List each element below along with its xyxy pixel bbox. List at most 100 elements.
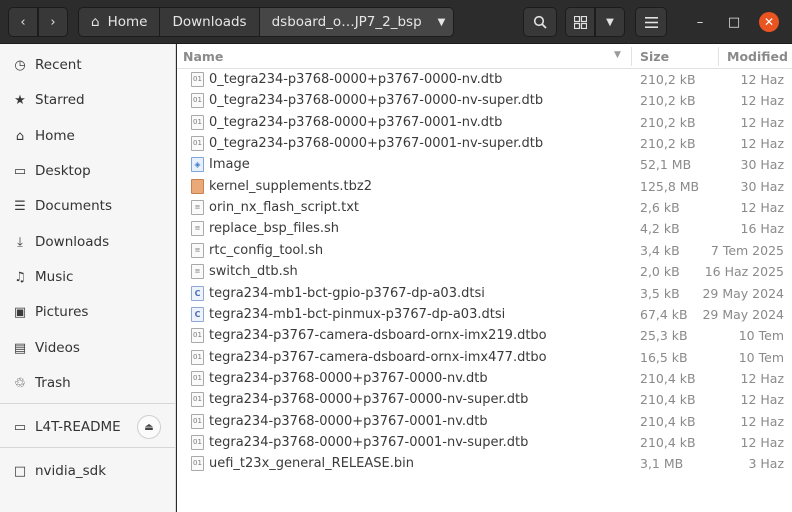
home-icon: ⌂ bbox=[91, 14, 100, 30]
search-icon bbox=[533, 15, 547, 29]
file-size: 3,4 kB bbox=[640, 242, 680, 258]
file-modified: 3 Haz bbox=[748, 456, 784, 472]
column-divider bbox=[718, 47, 719, 66]
file-name: tegra234-p3768-0000+p3767-0000-nv.dtb bbox=[209, 370, 488, 386]
file-name: tegra234-p3768-0000+p3767-0001-nv-super.… bbox=[209, 434, 529, 450]
file-name: rtc_config_tool.sh bbox=[209, 242, 324, 258]
file-size: 67,4 kB bbox=[640, 306, 688, 322]
file-row[interactable]: 01 0_tegra234-p3768-0000+p3767-0000-nv-su… bbox=[177, 90, 792, 111]
file-name: kernel_supplements.tbz2 bbox=[209, 178, 373, 194]
binary-file-icon: 01 bbox=[191, 136, 204, 152]
column-divider bbox=[631, 47, 632, 66]
hamburger-icon bbox=[644, 16, 658, 28]
chevron-down-icon: ▼ bbox=[437, 16, 446, 28]
column-header-size[interactable]: Size bbox=[640, 49, 669, 64]
view-toggle-button[interactable] bbox=[565, 7, 595, 37]
image-file-icon: ◈ bbox=[191, 157, 204, 173]
search-button[interactable] bbox=[523, 7, 557, 37]
sidebar-item-documents[interactable]: ☰ Documents bbox=[0, 191, 175, 221]
file-size: 52,1 MB bbox=[640, 157, 692, 173]
file-row[interactable]: 01 tegra234-p3768-0000+p3767-0000-nv-supe… bbox=[177, 389, 792, 410]
file-row[interactable]: Ctegra234-mb1-bct-gpio-p3767-dp-a03.dtsi… bbox=[177, 283, 792, 304]
file-size: 210,2 kB bbox=[640, 93, 696, 109]
file-size: 210,4 kB bbox=[640, 392, 696, 408]
sidebar-item-label: Starred bbox=[35, 92, 85, 108]
file-modified: 12 Haz bbox=[740, 114, 785, 130]
file-size: 210,4 kB bbox=[640, 370, 696, 386]
file-modified: 10 Tem bbox=[738, 328, 784, 344]
sidebar-item-videos[interactable]: ▤ Videos bbox=[0, 333, 175, 363]
file-size: 210,4 kB bbox=[640, 434, 696, 450]
sidebar-item-label: Downloads bbox=[35, 234, 110, 250]
file-size: 210,4 kB bbox=[640, 413, 696, 429]
binary-file-icon: 01 bbox=[191, 328, 204, 344]
sidebar-item-nvidia-sdk[interactable]: □ nvidia_sdk bbox=[0, 456, 175, 486]
file-row[interactable]: 01 uefi_t23x_general_RELEASE.bin 3,1 MB 3 H… bbox=[177, 453, 792, 474]
binary-file-icon: 01 bbox=[191, 456, 204, 472]
eject-button[interactable]: ⏏ bbox=[137, 415, 161, 439]
file-size: 25,3 kB bbox=[640, 328, 688, 344]
file-size: 16,5 kB bbox=[640, 349, 688, 365]
file-row[interactable]: 01 tegra234-p3767-camera-dsboard-ornx-imx… bbox=[177, 325, 792, 346]
text-file-icon: ≡ bbox=[191, 221, 204, 237]
sidebar-item-pictures[interactable]: ▣ Pictures bbox=[0, 297, 175, 327]
file-row[interactable]: Ctegra234-mb1-bct-pinmux-p3767-dp-a03.dt… bbox=[177, 304, 792, 325]
pictures-icon: ▣ bbox=[13, 304, 27, 320]
document-icon: ☰ bbox=[14, 198, 26, 214]
column-header-modified[interactable]: Modified bbox=[727, 49, 788, 64]
sidebar-item-desktop[interactable]: ▭ Desktop bbox=[0, 156, 175, 186]
file-row[interactable]: ◈ Image 52,1 MB 30 Haz bbox=[177, 154, 792, 175]
file-row[interactable]: ≡ rtc_config_tool.sh 3,4 kB 7 Tem 2025 bbox=[177, 240, 792, 261]
file-modified: 12 Haz bbox=[740, 392, 785, 408]
file-row[interactable]: 01 0_tegra234-p3768-0000+p3767-0001-nv-su… bbox=[177, 133, 792, 154]
sidebar-item-music[interactable]: ♫ Music bbox=[0, 262, 175, 292]
file-row[interactable]: ≡ replace_bsp_files.sh 4,2 kB 16 Haz bbox=[177, 218, 792, 239]
sidebar-item-label: Pictures bbox=[35, 304, 89, 320]
file-row[interactable]: ≡ switch_dtb.sh 2,0 kB 16 Haz 2025 bbox=[177, 261, 792, 282]
music-icon: ♫ bbox=[14, 269, 26, 285]
chevron-left-icon: ‹ bbox=[20, 14, 26, 30]
sidebar-item-home[interactable]: ⌂ Home bbox=[0, 121, 175, 151]
sort-descending-icon: ▼ bbox=[614, 50, 621, 60]
folder-icon: □ bbox=[13, 463, 27, 479]
binary-file-icon: 01 bbox=[191, 392, 204, 408]
sidebar-item-starred[interactable]: ★ Starred bbox=[0, 85, 175, 115]
eject-icon: ⏏ bbox=[144, 421, 154, 433]
minimize-button[interactable]: – bbox=[690, 12, 710, 32]
column-header-name[interactable]: Name bbox=[183, 49, 223, 64]
file-row[interactable]: ≡ orin_nx_flash_script.txt 2,6 kB 12 Haz bbox=[177, 197, 792, 218]
sidebar-item-label: Home bbox=[35, 128, 75, 144]
sidebar-item-downloads[interactable]: ⤓ Downloads bbox=[0, 227, 175, 257]
file-row[interactable]: 01 tegra234-p3768-0000+p3767-0000-nv.dtb 2… bbox=[177, 368, 792, 389]
file-size: 2,0 kB bbox=[640, 264, 680, 280]
file-modified: 29 May 2024 bbox=[702, 306, 784, 322]
file-row[interactable]: 01 tegra234-p3768-0000+p3767-0001-nv.dtb 2… bbox=[177, 411, 792, 432]
close-button[interactable]: ✕ bbox=[759, 12, 779, 32]
maximize-button[interactable]: □ bbox=[724, 12, 744, 32]
breadcrumb-downloads[interactable]: Downloads bbox=[159, 7, 260, 37]
sidebar-item-recent[interactable]: ◷ Recent bbox=[0, 50, 175, 80]
breadcrumb: ⌂ Home Downloads dsboard_o…JP7_2_bsp ▼ bbox=[78, 7, 455, 37]
binary-file-icon: 01 bbox=[191, 434, 204, 450]
breadcrumb-current-folder[interactable]: dsboard_o…JP7_2_bsp ▼ bbox=[258, 7, 455, 37]
file-row[interactable]: 01 0_tegra234-p3768-0000+p3767-0001-nv.dt… bbox=[177, 112, 792, 133]
sidebar-divider bbox=[0, 403, 175, 404]
view-options-button[interactable]: ▼ bbox=[595, 7, 625, 37]
file-name: 0_tegra234-p3768-0000+p3767-0000-nv-supe… bbox=[209, 93, 544, 109]
breadcrumb-current-label: dsboard_o…JP7_2_bsp bbox=[271, 14, 422, 30]
file-name: Image bbox=[209, 157, 250, 173]
text-file-icon: ≡ bbox=[191, 264, 204, 280]
back-button[interactable]: ‹ bbox=[8, 7, 38, 37]
sidebar-item-trash[interactable]: ♲ Trash bbox=[0, 368, 175, 398]
column-header-row: Name ▼ Size Modified bbox=[177, 44, 792, 69]
forward-button[interactable]: › bbox=[38, 7, 68, 37]
sidebar-item-label: L4T-README bbox=[35, 419, 121, 435]
file-modified: 12 Haz bbox=[740, 434, 785, 450]
file-row[interactable]: kernel_supplements.tbz2 125,8 MB 30 Haz bbox=[177, 176, 792, 197]
file-row[interactable]: 01 tegra234-p3768-0000+p3767-0001-nv-supe… bbox=[177, 432, 792, 453]
file-row[interactable]: 01 0_tegra234-p3768-0000+p3767-0000-nv.dt… bbox=[177, 69, 792, 90]
file-row[interactable]: 01 tegra234-p3767-camera-dsboard-ornx-imx… bbox=[177, 347, 792, 368]
menu-button[interactable] bbox=[635, 7, 667, 37]
file-size: 125,8 MB bbox=[640, 178, 700, 194]
breadcrumb-home[interactable]: ⌂ Home bbox=[78, 7, 161, 37]
